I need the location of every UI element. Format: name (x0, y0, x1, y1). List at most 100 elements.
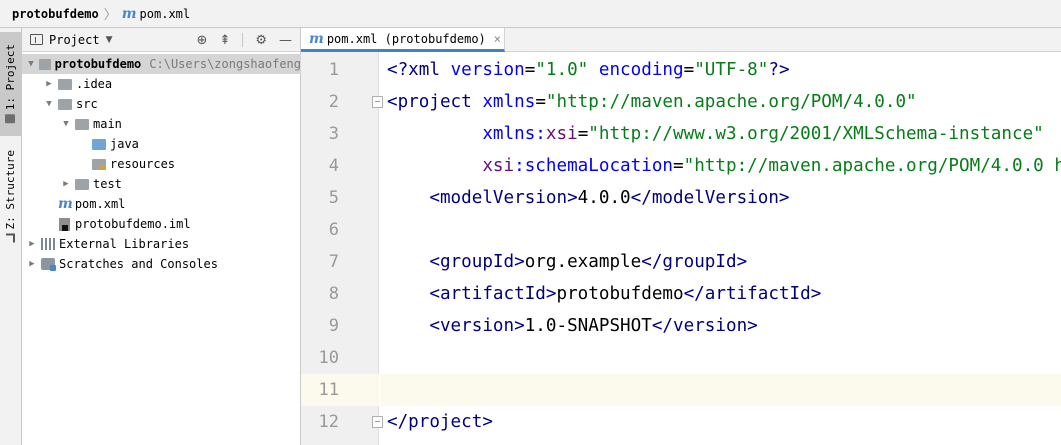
tree-item-path: C:\Users\zongshaofeng (149, 57, 301, 71)
code-editor[interactable]: <?xml version="1.0" encoding="UTF-8"?> <p… (380, 52, 1061, 445)
code-token: "1.0" (535, 60, 589, 80)
line-number: 11 (318, 380, 339, 400)
editor-tab-bar: m pom.xml (protobufdemo) × (301, 28, 1061, 52)
code-line[interactable]: <artifactId>protobufdemo</artifactId> (387, 278, 821, 310)
module-file-icon (59, 217, 70, 231)
chevron-down-icon[interactable]: ▼ (106, 35, 113, 45)
gear-icon[interactable]: ⚙ (255, 33, 267, 48)
line-number: 3 (328, 124, 339, 144)
close-icon[interactable]: × (494, 32, 501, 46)
line-number: 8 (328, 284, 339, 304)
current-line-highlight (380, 374, 1061, 406)
tree-item-label: resources (110, 157, 176, 171)
code-line[interactable]: xsi:schemaLocation="http://maven.apache.… (387, 150, 1061, 182)
tree-item-label: java (110, 137, 139, 151)
code-token: 4.0.0 (577, 188, 631, 208)
code-line[interactable]: </project> (387, 406, 493, 438)
breadcrumb-file[interactable]: pom.xml (140, 7, 191, 21)
chevron-right-icon[interactable]: ▶ (26, 259, 38, 269)
tree-item[interactable]: ▼ src (22, 94, 301, 114)
line-number: 12 (318, 412, 339, 432)
tree-item[interactable]: ▶ test (22, 174, 301, 194)
editor-tab-pom[interactable]: m pom.xml (protobufdemo) × (301, 28, 505, 52)
line-number: 9 (328, 316, 339, 336)
tree-item[interactable]: ▼ main (22, 114, 301, 134)
chevron-right-icon[interactable]: ▶ (60, 179, 72, 189)
tree-item[interactable]: ▶ .idea (22, 74, 301, 94)
project-panel-header: Project ▼ ⊕ ⇞ ⚙ — (22, 28, 300, 52)
chevron-right-icon[interactable]: ▶ (43, 79, 55, 89)
line-number: 1 (328, 60, 339, 80)
editor-tab-label: pom.xml (protobufdemo) (326, 31, 486, 46)
breadcrumb-project[interactable]: protobufdemo (12, 7, 99, 21)
code-token: "UTF-8" (694, 60, 769, 80)
folder-icon (58, 78, 72, 90)
code-token: "http://www.w3.org/2001/XMLSchema-instan… (588, 124, 1044, 144)
project-tool-window-tab[interactable]: 1: Project (0, 32, 21, 136)
code-token: </groupId> (641, 252, 748, 272)
code-token: </modelVersion> (630, 188, 790, 208)
collapse-all-icon[interactable]: ⇞ (219, 33, 230, 48)
code-line[interactable]: <version>1.0-SNAPSHOT</version> (387, 310, 758, 342)
editor-gutter[interactable]: 1 2 3 4 5 6 7 8 9 10 11 12 (301, 52, 383, 445)
tree-item-label: protobufdemo (54, 57, 142, 71)
code-line[interactable]: <modelVersion>4.0.0</modelVersion> (387, 182, 790, 214)
code-token: </artifactId> (683, 284, 822, 304)
code-token: = (524, 60, 536, 80)
chevron-down-icon[interactable]: ▼ (60, 119, 72, 129)
tree-item[interactable]: ▶java (22, 134, 301, 154)
scratches-icon (41, 258, 56, 271)
project-view-selector[interactable]: Project (49, 33, 100, 47)
structure-tool-window-tab[interactable]: Z: Structure (0, 144, 21, 248)
chevron-down-icon[interactable]: ▼ (26, 59, 36, 69)
code-line[interactable]: <?xml version="1.0" encoding="UTF-8"?> (387, 54, 790, 86)
code-token: ?> (768, 60, 790, 80)
tree-item[interactable]: ▶ External Libraries (22, 234, 301, 254)
chevron-right-icon[interactable]: ▶ (26, 239, 38, 249)
code-token: xsi (482, 156, 515, 176)
maven-file-icon: m (121, 5, 137, 22)
tree-item[interactable]: ▶protobufdemo.iml (22, 214, 301, 234)
tree-item-label: pom.xml (74, 197, 126, 211)
code-token: = (683, 60, 695, 80)
code-token: <project (387, 92, 483, 112)
code-token: org.example (524, 252, 642, 272)
code-token: </version> (651, 316, 758, 336)
tool-window-strip: 1: Project Z: Structure (0, 28, 22, 445)
code-token: = (535, 92, 546, 112)
code-token: 1.0-SNAPSHOT (524, 316, 652, 336)
locate-file-icon[interactable]: ⊕ (197, 33, 208, 48)
editor-area: m pom.xml (protobufdemo) × 1 2 3 4 5 6 7 8 9 10 11… (301, 28, 1061, 445)
code-token: xmlns: (482, 124, 546, 144)
tree-item[interactable]: ▶resources (22, 154, 301, 174)
tree-item-label: protobufdemo.iml (75, 217, 191, 231)
tree-item-label: Scratches and Consoles (59, 257, 218, 271)
code-line[interactable]: xmlns:xsi="http://www.w3.org/2001/XMLSch… (387, 118, 1044, 150)
tree-item[interactable]: ▶ Scratches and Consoles (22, 254, 301, 274)
tree-item[interactable]: ▶mpom.xml (22, 194, 301, 214)
structure-tab-label: Z: Structure (4, 149, 17, 230)
chevron-down-icon[interactable]: ▼ (43, 99, 55, 109)
line-number: 5 (328, 188, 339, 208)
code-token: <?xml (387, 60, 451, 80)
tree-item[interactable]: ▼ protobufdemo C:\Users\zongshaofeng (22, 54, 301, 74)
code-line[interactable]: <groupId>org.example</groupId> (387, 246, 747, 278)
code-token: xsi (545, 124, 578, 144)
structure-icon (6, 233, 15, 243)
project-view-icon (30, 34, 43, 45)
code-line[interactable]: <project xmlns="http://maven.apache.org/… (387, 86, 917, 118)
code-token: version (450, 60, 525, 80)
project-panel: Project ▼ ⊕ ⇞ ⚙ — ▼ protobufdemo C:\Users\… (22, 28, 301, 445)
tree-item-label: .idea (76, 77, 113, 91)
project-folder-icon (5, 114, 16, 124)
line-number: 4 (328, 156, 339, 176)
folder-icon (38, 58, 51, 70)
line-number: 2 (328, 92, 339, 112)
tree-item-label: test (93, 177, 122, 191)
code-token: "http://maven.apache.org/POM/4.0.0 http:… (683, 156, 1061, 176)
hide-panel-icon[interactable]: — (279, 33, 292, 48)
folder-icon (58, 98, 72, 110)
